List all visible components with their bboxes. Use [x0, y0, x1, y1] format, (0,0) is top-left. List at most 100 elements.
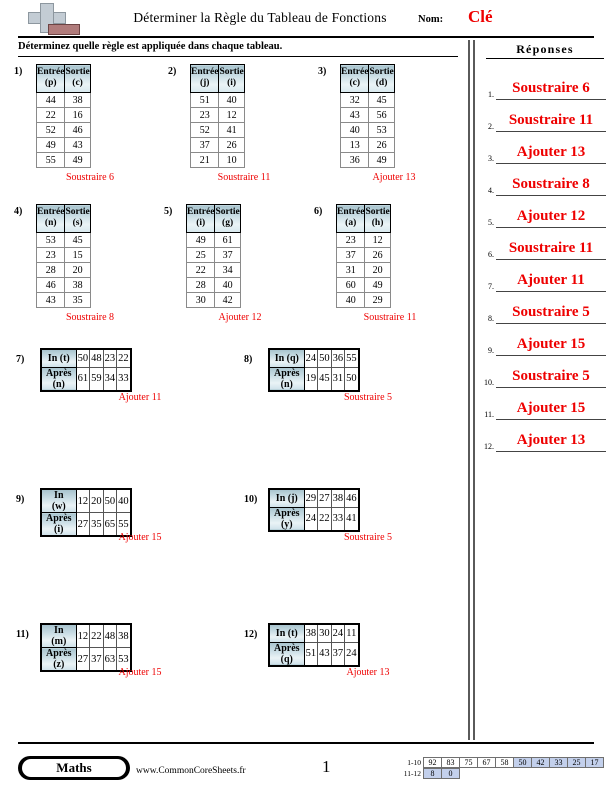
answer-value[interactable]: Ajouter 13: [496, 428, 606, 452]
rule-answer[interactable]: Ajouter 15: [40, 532, 240, 543]
input-value: 12: [75, 623, 91, 648]
input-value: 24: [330, 623, 346, 643]
column-title: Entrée: [37, 207, 65, 217]
rule-answer[interactable]: Ajouter 13: [340, 172, 448, 183]
column-variable: (p): [44, 78, 57, 88]
grading-scale-row: 11-12 8 0: [400, 768, 604, 779]
table-row: 21 10: [189, 152, 245, 168]
problem-number: 1): [14, 66, 23, 77]
name-value: Clé: [468, 7, 493, 26]
table-row: 23 12: [189, 107, 245, 123]
answer-value[interactable]: Soustraire 11: [496, 236, 606, 260]
output-value: 42: [214, 292, 241, 308]
output-value: 31: [330, 366, 346, 391]
output-value: 38: [64, 277, 91, 293]
answer-value[interactable]: Ajouter 15: [496, 396, 606, 420]
row-label: In (q): [268, 348, 305, 368]
output-value: 38: [64, 92, 91, 108]
output-value: 41: [218, 122, 245, 138]
table-row: 22 34: [185, 262, 241, 278]
function-table: In (w) 12 20 50 40 Après (i) 27 35 65 55: [40, 488, 132, 537]
column-variable: (a): [345, 218, 357, 228]
table-row: 37 26: [189, 137, 245, 153]
answer-value[interactable]: Soustraire 11: [496, 108, 606, 132]
grading-scale-cell: 50: [513, 757, 532, 768]
table-row: 52 46: [35, 122, 91, 138]
input-value: 37: [335, 247, 366, 263]
column-variable: (d): [375, 78, 388, 88]
input-value: 49: [185, 232, 216, 248]
answer-value[interactable]: Ajouter 13: [496, 140, 606, 164]
grading-scale-cell: 33: [549, 757, 568, 768]
grading-scale-cell: 92: [423, 757, 442, 768]
rule-answer[interactable]: Soustraire 11: [336, 312, 444, 323]
output-value: 20: [64, 262, 91, 278]
input-value: 22: [185, 262, 216, 278]
output-value: 34: [214, 262, 241, 278]
output-column-header: Sortie (d): [368, 64, 395, 93]
answer-value[interactable]: Ajouter 15: [496, 332, 606, 356]
output-value: 61: [214, 232, 241, 248]
page-number: 1: [322, 757, 331, 776]
table-row: 40 53: [339, 122, 395, 138]
table-row: 36 49: [339, 152, 395, 168]
rule-answer[interactable]: Ajouter 15: [40, 667, 240, 678]
input-value: 48: [89, 348, 104, 368]
answer-value[interactable]: Soustraire 6: [496, 76, 606, 100]
answer-number: 1.: [488, 90, 494, 99]
input-value: 55: [344, 348, 360, 368]
problem-number: 7): [16, 354, 25, 365]
answer-value[interactable]: Soustraire 5: [496, 300, 606, 324]
answer-row: 6. Soustraire 11: [478, 228, 606, 260]
output-value: 19: [303, 366, 319, 391]
page-header: Déterminer la Règle du Tableau de Foncti…: [0, 0, 612, 40]
problem-number: 6): [314, 206, 323, 217]
answer-value[interactable]: Ajouter 12: [496, 204, 606, 228]
output-row: Après (y) 24 22 33 41: [268, 506, 360, 531]
input-value: 46: [35, 277, 66, 293]
table-row: 43 56: [339, 107, 395, 123]
answer-row: 8. Soustraire 5: [478, 292, 606, 324]
answer-value[interactable]: Soustraire 8: [496, 172, 606, 196]
rule-answer[interactable]: Ajouter 11: [40, 392, 240, 403]
rule-answer[interactable]: Ajouter 12: [186, 312, 294, 323]
output-value: 34: [102, 366, 118, 391]
table-header-row: Entrée (i) Sortie (g): [185, 204, 241, 233]
input-value: 30: [185, 292, 216, 308]
answer-number: 3.: [488, 154, 494, 163]
rule-answer[interactable]: Soustraire 8: [36, 312, 144, 323]
input-value: 52: [35, 122, 66, 138]
output-column-header: Sortie (c): [64, 64, 91, 93]
input-value: 52: [189, 122, 220, 138]
input-value: 43: [35, 292, 66, 308]
input-value: 32: [339, 92, 370, 108]
input-value: 13: [339, 137, 370, 153]
function-table: Entrée (p) Sortie (c) 44 38 22 16 52 46 49 43 55 49: [35, 64, 91, 168]
answer-row: 11. Ajouter 15: [478, 388, 606, 420]
header-divider: [18, 36, 594, 38]
footer-divider: [18, 742, 594, 744]
answer-value[interactable]: Soustraire 5: [496, 364, 606, 388]
input-value: 24: [303, 348, 319, 368]
answer-row: 12. Ajouter 13: [478, 420, 606, 452]
rule-answer[interactable]: Soustraire 5: [268, 532, 468, 543]
answer-value[interactable]: Ajouter 11: [496, 268, 606, 292]
row-label: In (w): [40, 488, 77, 513]
output-row: Après (n) 61 59 34 33: [40, 366, 132, 391]
input-value: 43: [339, 107, 370, 123]
output-value: 45: [64, 232, 91, 248]
output-column-header: Sortie (i): [218, 64, 245, 93]
input-row: In (t) 38 30 24 11: [268, 623, 360, 643]
name-label: Nom:: [418, 14, 444, 25]
subject-badge-label: Maths: [22, 759, 126, 777]
rule-answer[interactable]: Soustraire 5: [268, 392, 468, 403]
grading-scale-row: 1-10 92 83 75 67 58 50 42 33 25 17: [400, 757, 604, 768]
page-title: Déterminer la Règle du Tableau de Foncti…: [133, 10, 387, 25]
column-title: Sortie: [365, 207, 390, 217]
rule-answer[interactable]: Soustraire 6: [36, 172, 144, 183]
rule-answer[interactable]: Ajouter 13: [268, 667, 468, 678]
input-value: 22: [89, 623, 104, 648]
grading-scale: 1-10 92 83 75 67 58 50 42 33 25 17 11-12 8 0: [400, 757, 604, 779]
rule-answer[interactable]: Soustraire 11: [190, 172, 298, 183]
output-value: 45: [317, 366, 332, 391]
